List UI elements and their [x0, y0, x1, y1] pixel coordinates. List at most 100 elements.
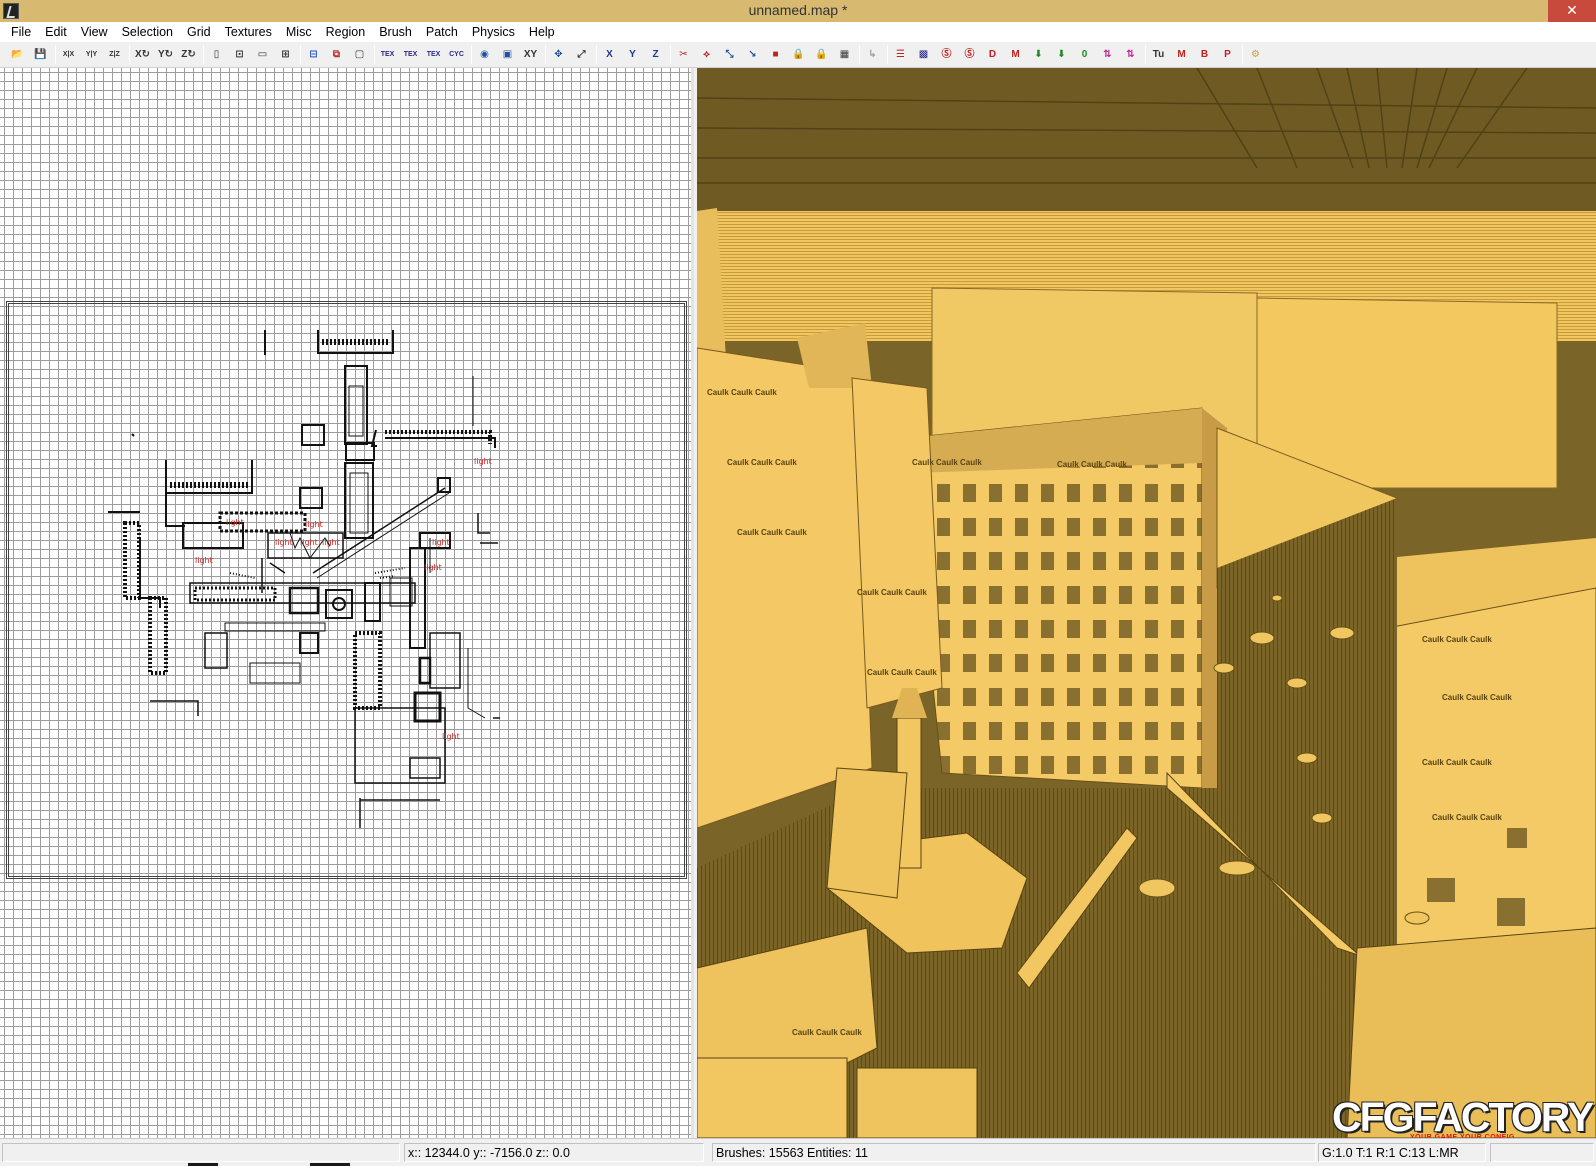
select-touching-button[interactable]: ⊡	[230, 45, 249, 64]
camera-view-button[interactable]: ◉	[475, 45, 494, 64]
caulk-texture-label: Caulk Caulk Caulk	[707, 388, 777, 397]
xy-view-button[interactable]: XY	[521, 45, 540, 64]
zero-button[interactable]: 0	[1075, 45, 1094, 64]
arrow-down-button[interactable]: ⬇	[1029, 45, 1048, 64]
menu-grid[interactable]: Grid	[180, 22, 218, 42]
caulk-texture-label: Caulk Caulk Caulk	[912, 458, 982, 467]
light-entity-label[interactable]: light	[432, 538, 450, 547]
select-inside-button[interactable]: ⊞	[276, 45, 295, 64]
light-entity-label[interactable]: light	[474, 457, 492, 466]
menu-help[interactable]: Help	[522, 22, 562, 42]
flip-x-button[interactable]: X|X	[59, 45, 78, 64]
rotate-z-button[interactable]: Z↻	[179, 45, 198, 64]
arrows-up-down-button[interactable]: ⇅	[1098, 45, 1117, 64]
make-hollow-button[interactable]: ▢	[350, 45, 369, 64]
menu-edit[interactable]: Edit	[38, 22, 74, 42]
change-views-button[interactable]: ✥	[549, 45, 568, 64]
texture-view-button[interactable]: ▣	[498, 45, 517, 64]
filter-detail-button[interactable]: D	[983, 45, 1002, 64]
xy-grid-viewport[interactable]: light light light light light light ligh…	[0, 68, 694, 1138]
flip-z-button[interactable]: Z|Z	[105, 45, 124, 64]
p-button[interactable]: P	[1218, 45, 1237, 64]
menu-view[interactable]: View	[74, 22, 115, 42]
select-complete-tall-button[interactable]: ▯	[207, 45, 226, 64]
csg-subtract-button[interactable]: ⊟	[304, 45, 323, 64]
open-file-button[interactable]: 📂	[8, 45, 27, 64]
drag-vertices-button[interactable]: ⤡	[720, 45, 739, 64]
menu-region[interactable]: Region	[319, 22, 373, 42]
flip-z-icon: Z|Z	[109, 51, 120, 58]
cycle-layer-button[interactable]: CYC	[447, 45, 466, 64]
menu-file[interactable]: File	[4, 22, 38, 42]
light-entity-label[interactable]: light	[195, 556, 213, 565]
scale-icon: ↘	[748, 48, 757, 60]
rotate-lock-icon: 🔒	[815, 48, 828, 60]
filter-clip-button[interactable]: Ⓢ	[937, 45, 956, 64]
axis-z-button[interactable]: Z	[646, 45, 665, 64]
light-entity-label[interactable]: light	[442, 732, 460, 741]
arrows-up-down-alt-button[interactable]: ⇅	[1121, 45, 1140, 64]
flip-y-button[interactable]: Y|Y	[82, 45, 101, 64]
m-icon: M	[1177, 48, 1186, 60]
resize-view-button[interactable]: ⤢	[572, 45, 591, 64]
light-entity-label[interactable]: light	[226, 518, 244, 527]
csg-merge-button[interactable]: ⧉	[327, 45, 346, 64]
texture-flip-x-button[interactable]: TEX	[378, 45, 397, 64]
arrows-up-down-icon: ⇅	[1103, 48, 1112, 60]
light-entity-label[interactable]: light	[322, 538, 340, 547]
light-entity-label[interactable]: light	[305, 520, 323, 529]
plugin-button[interactable]: ⚙	[1246, 45, 1265, 64]
select-partial-tall-button[interactable]: ▭	[253, 45, 272, 64]
light-entity-label[interactable]: light	[300, 538, 318, 547]
toolbar-separator	[1145, 45, 1146, 64]
flip-y-icon: Y|Y	[85, 51, 98, 58]
filter-caulk-button[interactable]: Ⓢ	[960, 45, 979, 64]
open-file-icon: 📂	[11, 48, 24, 60]
light-entity-label[interactable]: light	[424, 563, 442, 572]
map-floorplan[interactable]	[0, 68, 694, 1138]
rotate-lock-button[interactable]: 🔒	[812, 45, 831, 64]
arrow-down-alt-button[interactable]: ⬇	[1052, 45, 1071, 64]
save-file-button[interactable]: 💾	[31, 45, 50, 64]
rotate-x-button[interactable]: X↻	[133, 45, 152, 64]
cfgfactory-logo: CFGFACTORY YOUR GAME YOUR CONFIG	[1332, 1097, 1594, 1142]
axis-z-icon: Z	[652, 48, 659, 60]
rendered-scene	[697, 68, 1596, 1138]
b-button[interactable]: B	[1195, 45, 1214, 64]
menu-textures[interactable]: Textures	[218, 22, 279, 42]
drag-edges-button[interactable]: ⟡	[697, 45, 716, 64]
filter-models-button[interactable]: M	[1006, 45, 1025, 64]
texture-lock-button[interactable]: 🔒	[789, 45, 808, 64]
caulk-texture-label: Caulk Caulk Caulk	[1422, 635, 1492, 644]
3d-camera-viewport[interactable]: Caulk Caulk Caulk Caulk Caulk Caulk Caul…	[697, 68, 1596, 1138]
clipper-button[interactable]: ✂	[674, 45, 693, 64]
disabled-tool-button[interactable]: ↳	[863, 45, 882, 64]
rotate-y-icon: Y↻	[157, 48, 174, 60]
entity-list-button[interactable]: ☰	[891, 45, 910, 64]
caulk-texture-label: Caulk Caulk Caulk	[857, 588, 927, 597]
scale-button[interactable]: ↘	[743, 45, 762, 64]
menu-patch[interactable]: Patch	[419, 22, 465, 42]
close-button[interactable]: ✕	[1548, 0, 1596, 22]
axis-x-button[interactable]: X	[600, 45, 619, 64]
axis-y-button[interactable]: Y	[623, 45, 642, 64]
menu-brush[interactable]: Brush	[372, 22, 419, 42]
texture-rotate-button[interactable]: TEX	[424, 45, 443, 64]
brush-entity-button[interactable]: ▦	[835, 45, 854, 64]
menu-physics[interactable]: Physics	[465, 22, 522, 42]
rotate-y-button[interactable]: Y↻	[156, 45, 175, 64]
entity-list-icon: ☰	[896, 48, 905, 60]
tu-button[interactable]: Tu	[1149, 45, 1168, 64]
select-complete-tall-icon: ▯	[213, 48, 220, 60]
filter-patches-button[interactable]: ▩	[914, 45, 933, 64]
texture-flip-x-icon: TEX	[380, 51, 395, 58]
title-bar: unnamed.map * ✕	[0, 0, 1596, 22]
m-button[interactable]: M	[1172, 45, 1191, 64]
menu-misc[interactable]: Misc	[279, 22, 319, 42]
drag-edges-icon: ⟡	[703, 48, 710, 60]
menu-selection[interactable]: Selection	[115, 22, 180, 42]
arrow-down-icon: ⬇	[1034, 48, 1043, 60]
show-entities-button[interactable]: ■	[766, 45, 785, 64]
texture-flip-y-button[interactable]: TEX	[401, 45, 420, 64]
light-entity-label[interactable]: light	[275, 538, 293, 547]
